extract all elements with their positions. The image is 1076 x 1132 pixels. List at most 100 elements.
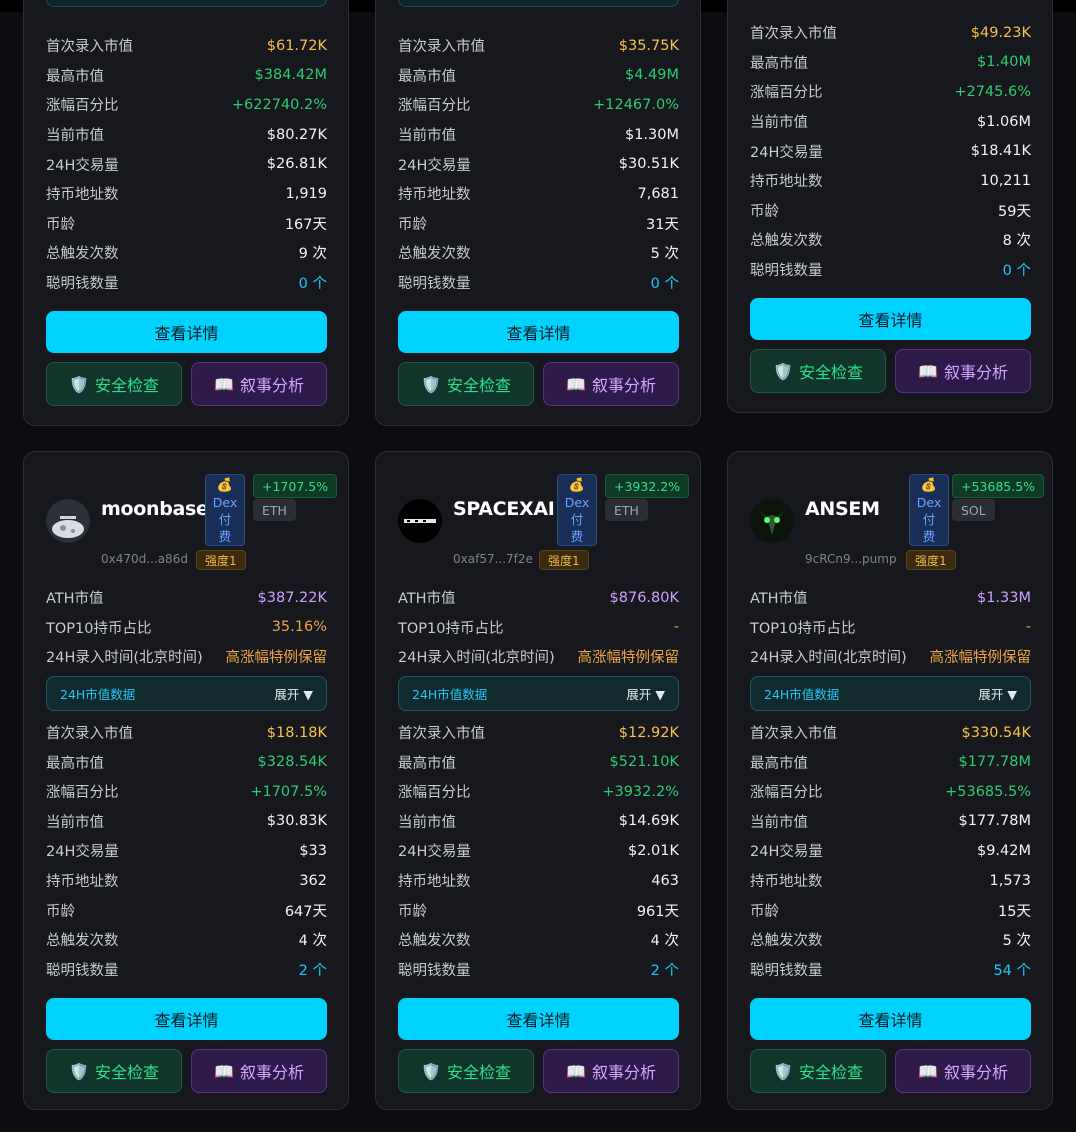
view-details-button[interactable]: 查看详情 (46, 998, 327, 1041)
value: - (673, 619, 679, 636)
token-card: ANSEM 💰 Dex 付费 +53685.5% SOL 9cRCn9...pump… (727, 451, 1053, 1110)
token-name[interactable]: moonbase (101, 498, 209, 520)
market-data-toggle[interactable] (46, 0, 327, 7)
security-check-button[interactable]: 🛡️ 安全检查 (46, 362, 182, 407)
token-name[interactable]: SPACEXAI (453, 498, 555, 520)
book-icon: 📖 (566, 374, 586, 394)
value: 高涨幅特例保留 (929, 650, 1032, 667)
value: 5 次 (1002, 933, 1031, 950)
stat-row-age: 币龄 961天 (398, 895, 679, 925)
stat-row-volume: 24H交易量 $30.51K (398, 149, 679, 179)
stat-row-volume: 24H交易量 $9.42M (750, 836, 1031, 866)
value: +53685.5% (945, 783, 1031, 800)
stats-list: 首次录入市值 $61.72K 最高市值 $384.42M 涨幅百分比 +622740.… (46, 31, 327, 407)
action-buttons: 🛡️ 安全检查 📖 叙事分析 (46, 1049, 327, 1094)
narrative-analysis-button[interactable]: 📖 叙事分析 (191, 1049, 327, 1094)
stat-row-age: 币龄 15天 (750, 895, 1031, 925)
stat-row-max-mcap: 最高市值 $4.49M (398, 61, 679, 91)
value: 5 次 (650, 246, 679, 263)
label: 最高市值 (750, 755, 808, 772)
view-details-button[interactable]: 查看详情 (46, 311, 327, 354)
stat-row-gain: 涨幅百分比 +12467.0% (398, 90, 679, 120)
stat-row-current-mcap: 当前市值 $1.30M (398, 120, 679, 150)
stat-row-current-mcap: 当前市值 $30.83K (46, 807, 327, 837)
view-details-button[interactable]: 查看详情 (750, 298, 1031, 341)
market-data-toggle[interactable] (398, 0, 679, 7)
value: $18.41K (970, 143, 1031, 160)
label: 币龄 (750, 903, 779, 920)
label: 24H交易量 (750, 844, 823, 861)
security-check-button[interactable]: 🛡️ 安全检查 (750, 349, 886, 394)
label: 最高市值 (398, 68, 456, 85)
token-name[interactable]: ANSEM (805, 498, 880, 520)
contract-address[interactable]: 0xaf57...7f2e (453, 552, 533, 566)
label: 最高市值 (46, 755, 104, 772)
label: 最高市值 (398, 755, 456, 772)
label: 首次录入市值 (750, 726, 837, 743)
shield-icon: 🛡️ (773, 1061, 793, 1081)
market-data-toggle[interactable]: 24H市值数据 展开 ▼ (46, 675, 327, 711)
narrative-analysis-button[interactable]: 📖 叙事分析 (895, 1049, 1031, 1094)
contract-address[interactable]: 9cRCn9...pump (805, 552, 897, 566)
security-check-button[interactable]: 🛡️ 安全检查 (750, 1049, 886, 1094)
value: $30.51K (618, 156, 679, 173)
value: 15天 (998, 903, 1031, 920)
label: ATH市值 (750, 591, 808, 608)
value: 2 个 (650, 962, 679, 979)
stat-row-age: 币龄 31天 (398, 209, 679, 239)
narrative-analysis-button[interactable]: 📖 叙事分析 (895, 349, 1031, 394)
value: $14.69K (618, 813, 679, 830)
chain-badge: ETH (253, 499, 296, 521)
toggle-title: 24H市值数据 (764, 686, 840, 702)
market-data-toggle[interactable]: 24H市值数据 展开 ▼ (398, 675, 679, 711)
stat-row-volume: 24H交易量 $26.81K (46, 149, 327, 179)
value: $4.49M (624, 67, 679, 84)
view-details-button[interactable]: 查看详情 (398, 998, 679, 1041)
value: 463 (651, 872, 679, 889)
narrative-analysis-button[interactable]: 📖 叙事分析 (543, 1049, 679, 1094)
contract-address[interactable]: 0x470d...a86d (101, 552, 188, 566)
value: 9 次 (298, 246, 327, 263)
expand-label: 展开 ▼ (626, 686, 665, 702)
security-check-button[interactable]: 🛡️ 安全检查 (398, 1049, 534, 1094)
view-details-button[interactable]: 查看详情 (398, 311, 679, 354)
value: 362 (299, 872, 327, 889)
value: - (1025, 619, 1031, 636)
label: 聪明钱数量 (46, 962, 119, 979)
action-buttons: 🛡️ 安全检查 📖 叙事分析 (750, 349, 1031, 394)
dex-text: 付 (922, 512, 936, 527)
value: $2.01K (627, 842, 679, 859)
stat-row-holders: 持币地址数 362 (46, 866, 327, 896)
label: 当前市值 (750, 814, 808, 831)
value: 59天 (998, 203, 1031, 220)
value: 1,573 (989, 872, 1031, 889)
money-bag-icon: 💰 (216, 478, 234, 493)
value: 961天 (636, 903, 679, 920)
security-check-button[interactable]: 🛡️ 安全检查 (398, 362, 534, 407)
label: 24H交易量 (46, 844, 119, 861)
market-data-toggle[interactable]: 24H市值数据 展开 ▼ (750, 675, 1031, 711)
view-details-button[interactable]: 查看详情 (750, 998, 1031, 1041)
security-check-button[interactable]: 🛡️ 安全检查 (46, 1049, 182, 1094)
action-buttons: 🛡️ 安全检查 📖 叙事分析 (750, 1049, 1031, 1094)
stat-row-first-mcap: 首次录入市值 $18.18K (46, 718, 327, 748)
narrative-analysis-button[interactable]: 📖 叙事分析 (191, 362, 327, 407)
label: 首次录入市值 (398, 726, 485, 743)
gain-badge: +3932.2% (605, 474, 690, 498)
value: +2745.6% (954, 83, 1031, 100)
stat-row-current-mcap: 当前市值 $80.27K (46, 120, 327, 150)
button-label: 安全检查 (798, 363, 863, 383)
stat-row-age: 币龄 59天 (750, 196, 1031, 226)
money-bag-icon: 💰 (568, 478, 586, 493)
stat-row-top10: TOP10持币占比 - (398, 613, 679, 643)
book-icon: 📖 (214, 374, 234, 394)
book-icon: 📖 (918, 361, 938, 381)
stat-row-age: 币龄 167天 (46, 209, 327, 239)
label: 当前市值 (398, 814, 456, 831)
token-card: 首次录入市值 $61.72K 最高市值 $384.42M 涨幅百分比 +622740.… (23, 0, 349, 426)
narrative-analysis-button[interactable]: 📖 叙事分析 (543, 362, 679, 407)
stat-row-ath: ATH市值 $387.22K (46, 583, 327, 613)
value: $177.78M (958, 813, 1031, 830)
stat-row-gain: 涨幅百分比 +2745.6% (750, 77, 1031, 107)
value: $521.10K (609, 754, 679, 771)
